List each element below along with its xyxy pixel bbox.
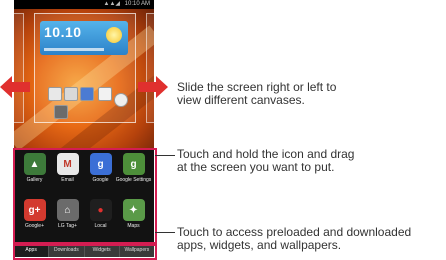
app-label: Email <box>61 177 74 183</box>
swipe-left-arrow-icon <box>0 76 30 98</box>
tab-apps[interactable]: Apps <box>14 244 50 257</box>
maps-icon: ✦ <box>122 199 145 221</box>
status-clock: 10:10 AM <box>124 1 150 7</box>
phone-screen: ▲▲◢ 10:10 AM 10.10 ▲ Gallery M Email g G… <box>14 0 154 257</box>
email-icon: M <box>56 153 79 175</box>
weather-clock-widget[interactable]: 10.10 <box>40 21 128 55</box>
widget-info-line <box>44 48 104 51</box>
home-app-icon[interactable] <box>114 93 128 107</box>
app-label: LG Tag+ <box>58 223 77 229</box>
app-google-settings[interactable]: g Google Settings <box>115 153 152 193</box>
google-icon: g <box>89 153 112 175</box>
callout-canvases: Slide the screen right or left to view d… <box>177 81 336 107</box>
app-google[interactable]: g Google <box>84 153 117 193</box>
home-app-icon[interactable] <box>64 87 78 101</box>
drawer-tabs: Apps Downloads Widgets Wallpapers <box>14 244 154 257</box>
app-label: Local <box>94 223 107 229</box>
app-email[interactable]: M Email <box>51 153 84 193</box>
status-bar: ▲▲◢ 10:10 AM <box>14 0 154 9</box>
app-label: Google+ <box>24 223 45 229</box>
tab-widgets[interactable]: Widgets <box>85 244 120 257</box>
app-lg-tag[interactable]: ⌂ LG Tag+ <box>51 199 84 239</box>
app-drawer: ▲ Gallery M Email g Google g Google Sett… <box>14 148 154 245</box>
app-label: Maps <box>127 223 140 229</box>
callout-drag: Touch and hold the icon and drag at the … <box>177 148 354 174</box>
tab-wallpapers[interactable]: Wallpapers <box>120 244 154 257</box>
callout-connector <box>155 155 175 156</box>
tab-downloads[interactable]: Downloads <box>49 244 85 257</box>
home-screen-canvas[interactable]: 10.10 <box>14 9 154 148</box>
local-icon: ● <box>89 199 112 221</box>
app-local[interactable]: ● Local <box>84 199 117 239</box>
callout-tabs: Touch to access preloaded and downloaded… <box>177 226 411 252</box>
app-label: Gallery <box>26 177 43 183</box>
gallery-icon: ▲ <box>23 153 46 175</box>
home-app-icon[interactable] <box>80 87 94 101</box>
callout-line-2: view different canvases. <box>177 93 305 107</box>
callout-line-2: apps, widgets, and wallpapers. <box>177 238 342 252</box>
home-app-icon[interactable] <box>48 87 62 101</box>
callout-line-2: at the screen you want to put. <box>177 160 335 174</box>
widget-time: 10.10 <box>44 24 82 40</box>
app-gallery[interactable]: ▲ Gallery <box>18 153 51 193</box>
home-app-icon[interactable] <box>98 87 112 101</box>
app-label: Google Settings <box>115 177 152 183</box>
canvas-left-preview[interactable] <box>14 13 24 123</box>
app-grid: ▲ Gallery M Email g Google g Google Sett… <box>18 153 152 239</box>
sun-icon <box>106 27 122 43</box>
home-app-icon[interactable] <box>54 105 68 119</box>
google-settings-icon: g <box>122 153 145 175</box>
canvas-right-preview[interactable] <box>146 13 154 123</box>
google-plus-icon: g+ <box>23 199 46 221</box>
app-maps[interactable]: ✦ Maps <box>117 199 150 239</box>
swipe-right-arrow-icon <box>138 76 168 98</box>
app-google-plus[interactable]: g+ Google+ <box>18 199 51 239</box>
app-label: Google <box>92 177 109 183</box>
signal-icon: ▲▲◢ <box>103 1 121 7</box>
callout-connector <box>155 232 175 233</box>
lg-tag-icon: ⌂ <box>56 199 79 221</box>
